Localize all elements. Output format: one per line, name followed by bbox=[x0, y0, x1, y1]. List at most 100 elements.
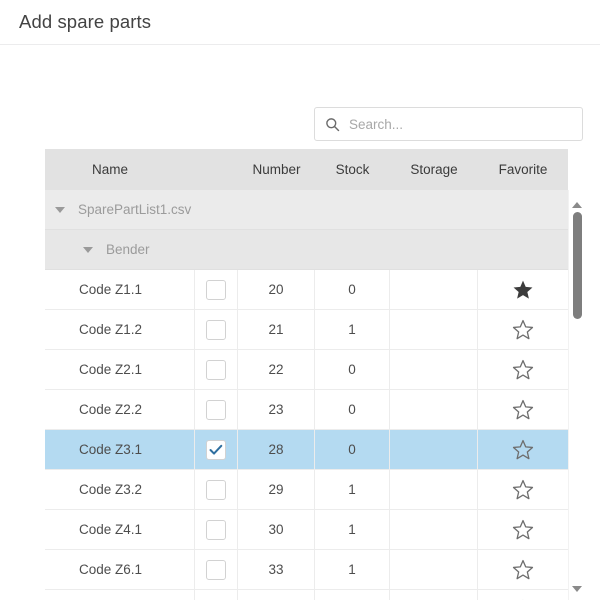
star-outline-icon[interactable] bbox=[512, 319, 534, 340]
cell-favorite[interactable] bbox=[478, 510, 568, 549]
star-outline-icon[interactable] bbox=[512, 439, 534, 460]
cell-select-checkbox[interactable] bbox=[195, 590, 238, 600]
scroll-down-button[interactable] bbox=[569, 582, 584, 596]
cell-number: 29 bbox=[238, 470, 315, 509]
cell-select-checkbox[interactable] bbox=[195, 390, 238, 429]
star-outline-icon[interactable] bbox=[512, 479, 534, 500]
cell-name: Code Z6.1 bbox=[45, 550, 195, 589]
cell-stock: 0 bbox=[315, 390, 390, 429]
triangle-down-icon[interactable] bbox=[83, 246, 93, 253]
triangle-down-icon bbox=[572, 586, 582, 592]
star-outline-icon[interactable] bbox=[512, 559, 534, 580]
cell-storage bbox=[390, 550, 478, 589]
cell-number: 21 bbox=[238, 310, 315, 349]
group-label: SparePartList1.csv bbox=[78, 202, 192, 217]
cell-storage bbox=[390, 270, 478, 309]
cell-number: 23 bbox=[238, 390, 315, 429]
checkbox-unchecked-icon[interactable] bbox=[206, 359, 226, 380]
table-row[interactable]: Code Z3.2 29 1 bbox=[45, 470, 568, 510]
table-group-row-file[interactable]: SparePartList1.csv bbox=[45, 190, 568, 230]
cell-select-checkbox[interactable] bbox=[195, 510, 238, 549]
cell-select-checkbox[interactable] bbox=[195, 270, 238, 309]
checkbox-unchecked-icon[interactable] bbox=[206, 399, 226, 420]
cell-select-checkbox[interactable] bbox=[195, 430, 238, 469]
cell-number: 22 bbox=[238, 350, 315, 389]
cell-favorite[interactable] bbox=[478, 270, 568, 309]
cell-favorite[interactable] bbox=[478, 550, 568, 589]
table-scrollbar[interactable] bbox=[568, 190, 584, 600]
search-input[interactable] bbox=[349, 116, 559, 132]
cell-stock: 0 bbox=[315, 350, 390, 389]
cell-favorite[interactable] bbox=[478, 590, 568, 600]
cell-name: Code Z3.1 bbox=[45, 430, 195, 469]
cell-favorite[interactable] bbox=[478, 470, 568, 509]
table-row[interactable]: Code Z3.1 28 0 bbox=[45, 430, 568, 470]
checkbox-unchecked-icon[interactable] bbox=[206, 319, 226, 340]
triangle-up-icon bbox=[572, 202, 582, 208]
table-row[interactable]: Code Z2.2 23 0 bbox=[45, 390, 568, 430]
checkbox-unchecked-icon[interactable] bbox=[206, 279, 226, 300]
cell-number: 34 bbox=[238, 590, 315, 600]
table-group-row-category[interactable]: Bender bbox=[45, 230, 568, 270]
cell-favorite[interactable] bbox=[478, 310, 568, 349]
cell-stock: 1 bbox=[315, 310, 390, 349]
table-row[interactable]: Code Z6.2 341 bbox=[45, 590, 568, 600]
cell-select-checkbox[interactable] bbox=[195, 550, 238, 589]
table-row[interactable]: Code Z4.1 30 1 bbox=[45, 510, 568, 550]
table-row[interactable]: Code Z2.1 22 0 bbox=[45, 350, 568, 390]
cell-favorite[interactable] bbox=[478, 430, 568, 469]
cell-favorite[interactable] bbox=[478, 390, 568, 429]
table-row[interactable]: Code Z1.1 20 0 bbox=[45, 270, 568, 310]
cell-stock: 0 bbox=[315, 270, 390, 309]
cell-stock: 1 bbox=[315, 590, 390, 600]
star-outline-icon[interactable] bbox=[512, 359, 534, 380]
cell-name: Code Z2.2 bbox=[45, 390, 195, 429]
scroll-up-button[interactable] bbox=[569, 198, 584, 212]
cell-storage bbox=[390, 390, 478, 429]
table-body: SparePartList1.csv Bender Code Z1.1 20 0 Co… bbox=[45, 190, 584, 600]
table-row[interactable]: Code Z6.1 33 1 bbox=[45, 550, 568, 590]
table-row[interactable]: Code Z1.2 21 1 bbox=[45, 310, 568, 350]
triangle-down-icon[interactable] bbox=[55, 206, 65, 213]
cell-name: Code Z4.1 bbox=[45, 510, 195, 549]
cell-name: Code Z1.1 bbox=[45, 270, 195, 309]
checkbox-checked-icon[interactable] bbox=[206, 439, 226, 460]
star-filled-icon[interactable] bbox=[512, 279, 534, 300]
search-icon bbox=[325, 117, 349, 132]
cell-number: 33 bbox=[238, 550, 315, 589]
cell-storage bbox=[390, 590, 478, 600]
spare-parts-table: Name Number Stock Storage Favorite Spare… bbox=[45, 149, 584, 600]
cell-stock: 0 bbox=[315, 430, 390, 469]
cell-number: 30 bbox=[238, 510, 315, 549]
column-header-name[interactable]: Name bbox=[45, 162, 195, 177]
column-header-stock[interactable]: Stock bbox=[315, 162, 390, 177]
checkbox-unchecked-icon[interactable] bbox=[206, 559, 226, 580]
cell-stock: 1 bbox=[315, 510, 390, 549]
cell-name: Code Z1.2 bbox=[45, 310, 195, 349]
table-header-row: Name Number Stock Storage Favorite bbox=[45, 149, 584, 190]
checkbox-unchecked-icon[interactable] bbox=[206, 479, 226, 500]
group-label: Bender bbox=[106, 242, 150, 257]
cell-stock: 1 bbox=[315, 550, 390, 589]
cell-number: 28 bbox=[238, 430, 315, 469]
checkbox-unchecked-icon[interactable] bbox=[206, 519, 226, 540]
search-box[interactable] bbox=[314, 107, 583, 141]
column-header-storage[interactable]: Storage bbox=[390, 162, 478, 177]
star-outline-icon[interactable] bbox=[512, 399, 534, 420]
cell-name: Code Z6.2 bbox=[45, 590, 195, 600]
cell-number: 20 bbox=[238, 270, 315, 309]
cell-select-checkbox[interactable] bbox=[195, 310, 238, 349]
cell-storage bbox=[390, 310, 478, 349]
cell-select-checkbox[interactable] bbox=[195, 470, 238, 509]
dialog-content: Name Number Stock Storage Favorite Spare… bbox=[0, 45, 600, 600]
scrollbar-thumb[interactable] bbox=[573, 212, 582, 319]
column-header-favorite[interactable]: Favorite bbox=[478, 162, 568, 177]
cell-storage bbox=[390, 350, 478, 389]
column-header-number[interactable]: Number bbox=[238, 162, 315, 177]
add-spare-parts-dialog: Add spare parts Name Number Stock Sto bbox=[0, 0, 600, 600]
page-title: Add spare parts bbox=[19, 11, 152, 32]
table-header: Name Number Stock Storage Favorite bbox=[45, 149, 584, 190]
cell-favorite[interactable] bbox=[478, 350, 568, 389]
star-outline-icon[interactable] bbox=[512, 519, 534, 540]
cell-select-checkbox[interactable] bbox=[195, 350, 238, 389]
